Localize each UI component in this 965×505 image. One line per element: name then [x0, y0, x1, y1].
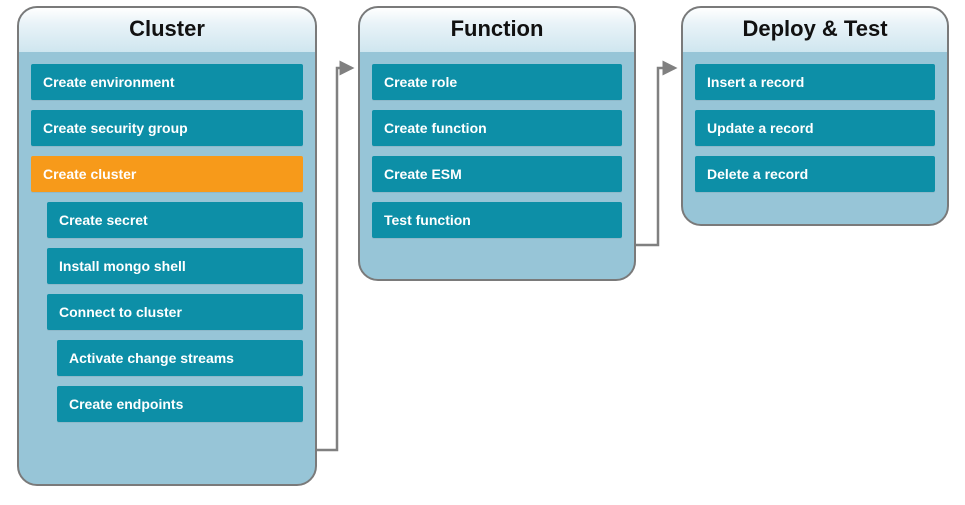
- step-create-esm: Create ESM: [372, 156, 622, 192]
- step-test-function: Test function: [372, 202, 622, 238]
- arrow-cluster-to-function: [317, 68, 352, 450]
- step-connect-to-cluster: Connect to cluster: [47, 294, 303, 330]
- panel-function: Function Create role Create function Cre…: [358, 6, 636, 281]
- step-create-cluster: Create cluster: [31, 156, 303, 192]
- arrow-function-to-deploy: [636, 68, 675, 245]
- panel-function-body: Create role Create function Create ESM T…: [360, 52, 634, 252]
- panel-deploy-test-body: Insert a record Update a record Delete a…: [683, 52, 947, 206]
- panel-deploy-test: Deploy & Test Insert a record Update a r…: [681, 6, 949, 226]
- panel-cluster-body: Create environment Create security group…: [19, 52, 315, 436]
- step-activate-change-streams: Activate change streams: [57, 340, 303, 376]
- step-create-secret: Create secret: [47, 202, 303, 238]
- diagram-canvas: Cluster Create environment Create securi…: [0, 0, 965, 505]
- step-create-function: Create function: [372, 110, 622, 146]
- step-create-endpoints: Create endpoints: [57, 386, 303, 422]
- step-create-role: Create role: [372, 64, 622, 100]
- panel-function-title: Function: [360, 8, 634, 52]
- panel-deploy-test-title: Deploy & Test: [683, 8, 947, 52]
- step-install-mongo-shell: Install mongo shell: [47, 248, 303, 284]
- step-update-a-record: Update a record: [695, 110, 935, 146]
- panel-cluster-title: Cluster: [19, 8, 315, 52]
- step-create-security-group: Create security group: [31, 110, 303, 146]
- step-insert-a-record: Insert a record: [695, 64, 935, 100]
- step-create-environment: Create environment: [31, 64, 303, 100]
- step-delete-a-record: Delete a record: [695, 156, 935, 192]
- panel-cluster: Cluster Create environment Create securi…: [17, 6, 317, 486]
